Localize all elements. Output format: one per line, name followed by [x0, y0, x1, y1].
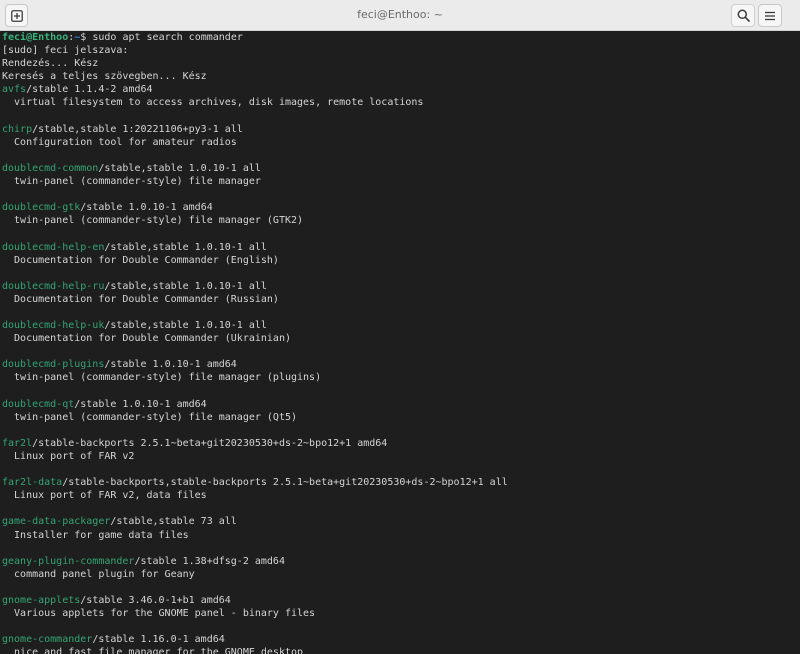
package-name: doublecmd-help-ru: [2, 280, 105, 292]
package-version-info: /stable,stable 73 all: [110, 516, 237, 528]
prompt-user-host: feci@Enthoo: [2, 32, 69, 43]
package-name: gnome-commander: [2, 634, 93, 646]
package-description: twin-panel (commander-style) file manage…: [2, 372, 322, 384]
package-version-info: /stable-backports,stable-backports 2.5.1…: [62, 477, 508, 489]
package-header-line: chirp/stable,stable 1:20221106+py3-1 all: [2, 123, 508, 136]
package-name: doublecmd-help-en: [2, 241, 105, 253]
package-header-line: gnome-commander/stable 1.16.0-1 amd64: [2, 633, 508, 646]
package-version-info: /stable 1.38+dfsg-2 amd64: [134, 555, 285, 567]
package-name: doublecmd-qt: [2, 398, 75, 410]
package-header-line: doublecmd-gtk/stable 1.0.10-1 amd64: [2, 201, 508, 214]
menu-button[interactable]: [758, 4, 782, 27]
package-header-line: gnome-applets/stable 3.46.0-1+b1 amd64: [2, 594, 508, 607]
package-version-info: /stable 1.0.10-1 amd64: [80, 202, 213, 214]
package-header-line: game-data-packager/stable,stable 73 all: [2, 515, 508, 528]
package-name: gnome-applets: [2, 595, 81, 607]
package-description: Documentation for Double Commander (Russ…: [2, 293, 279, 305]
package-version-info: /stable 3.46.0-1+b1 amd64: [80, 595, 231, 607]
header-bar: feci@Enthoo: ~: [0, 0, 800, 31]
package-header-line: doublecmd-help-en/stable,stable 1.0.10-1…: [2, 241, 508, 254]
package-description: Configuration tool for amateur radios: [2, 136, 237, 148]
package-version-info: /stable,stable 1.0.10-1 all: [104, 280, 267, 292]
hamburger-icon: [765, 11, 775, 20]
prompt-symbol: $: [80, 32, 93, 43]
package-version-info: /stable,stable 1:20221106+py3-1 all: [32, 123, 243, 135]
package-name: chirp: [2, 123, 33, 135]
output-line: Rendezés... Kész: [2, 58, 99, 70]
package-version-info: /stable,stable 1.0.10-1 all: [104, 241, 267, 253]
package-name: doublecmd-common: [2, 162, 99, 174]
package-description: twin-panel (commander-style) file manage…: [2, 215, 304, 227]
window-title: feci@Enthoo: ~: [357, 8, 443, 21]
package-header-line: doublecmd-qt/stable 1.0.10-1 amd64: [2, 398, 508, 411]
package-header-line: doublecmd-help-ru/stable,stable 1.0.10-1…: [2, 280, 508, 293]
package-name: far2l-data: [2, 477, 63, 489]
terminal-output[interactable]: feci@Enthoo:~$ sudo apt search commander…: [0, 31, 800, 654]
package-description: Documentation for Double Commander (Engl…: [2, 254, 279, 266]
prompt-command: sudo apt search commander: [92, 32, 243, 43]
package-version-info: /stable 1.0.10-1 amd64: [74, 398, 207, 410]
package-description: Various applets for the GNOME panel - bi…: [2, 608, 316, 620]
terminal-window: feci@Enthoo: ~ feci@Enthoo:~$ sudo apt s…: [0, 0, 800, 654]
package-header-line: doublecmd-common/stable,stable 1.0.10-1 …: [2, 162, 508, 175]
package-description: Linux port of FAR v2: [2, 451, 135, 462]
terminal-lines: feci@Enthoo:~$ sudo apt search commander…: [2, 31, 508, 654]
prompt-line: feci@Enthoo:~$ sudo apt search commander: [2, 31, 508, 44]
output-line: Keresés a teljes szövegben... Kész: [2, 71, 207, 83]
package-description: Installer for game data files: [2, 529, 189, 541]
package-description: nice and fast file manager for the GNOME…: [2, 647, 304, 654]
package-description: twin-panel (commander-style) file manage…: [2, 411, 298, 423]
package-list: avfs/stable 1.1.4-2 amd64 virtual filesy…: [2, 83, 508, 654]
package-version-info: /stable 1.1.4-2 amd64: [26, 84, 153, 96]
package-name: doublecmd-gtk: [2, 202, 81, 214]
package-name: far2l: [2, 437, 33, 449]
package-name: avfs: [2, 84, 27, 96]
package-name: doublecmd-help-uk: [2, 320, 105, 332]
search-icon: [737, 9, 750, 22]
package-version-info: /stable,stable 1.0.10-1 all: [98, 162, 261, 174]
package-description: twin-panel (commander-style) file manage…: [2, 176, 261, 188]
package-description: command panel plugin for Geany: [2, 568, 195, 580]
package-name: geany-plugin-commander: [2, 555, 135, 567]
package-version-info: /stable 1.0.10-1 amd64: [104, 359, 237, 371]
package-name: game-data-packager: [2, 516, 111, 528]
package-header-line: far2l-data/stable-backports,stable-backp…: [2, 476, 508, 489]
package-description: Linux port of FAR v2, data files: [2, 490, 207, 502]
package-version-info: /stable,stable 1.0.10-1 all: [104, 320, 267, 332]
package-version-info: /stable-backports 2.5.1~beta+git20230530…: [32, 437, 388, 449]
package-header-line: geany-plugin-commander/stable 1.38+dfsg-…: [2, 555, 508, 568]
package-header-line: avfs/stable 1.1.4-2 amd64: [2, 83, 508, 96]
search-button[interactable]: [731, 4, 755, 27]
package-description: Documentation for Double Commander (Ukra…: [2, 333, 291, 345]
package-header-line: doublecmd-plugins/stable 1.0.10-1 amd64: [2, 358, 508, 371]
package-description: virtual filesystem to access archives, d…: [2, 97, 424, 109]
package-name: doublecmd-plugins: [2, 359, 105, 371]
package-header-line: far2l/stable-backports 2.5.1~beta+git202…: [2, 437, 508, 450]
package-header-line: doublecmd-help-uk/stable,stable 1.0.10-1…: [2, 319, 508, 332]
output-line: [sudo] feci jelszava:: [2, 45, 129, 57]
package-version-info: /stable 1.16.0-1 amd64: [92, 634, 225, 646]
